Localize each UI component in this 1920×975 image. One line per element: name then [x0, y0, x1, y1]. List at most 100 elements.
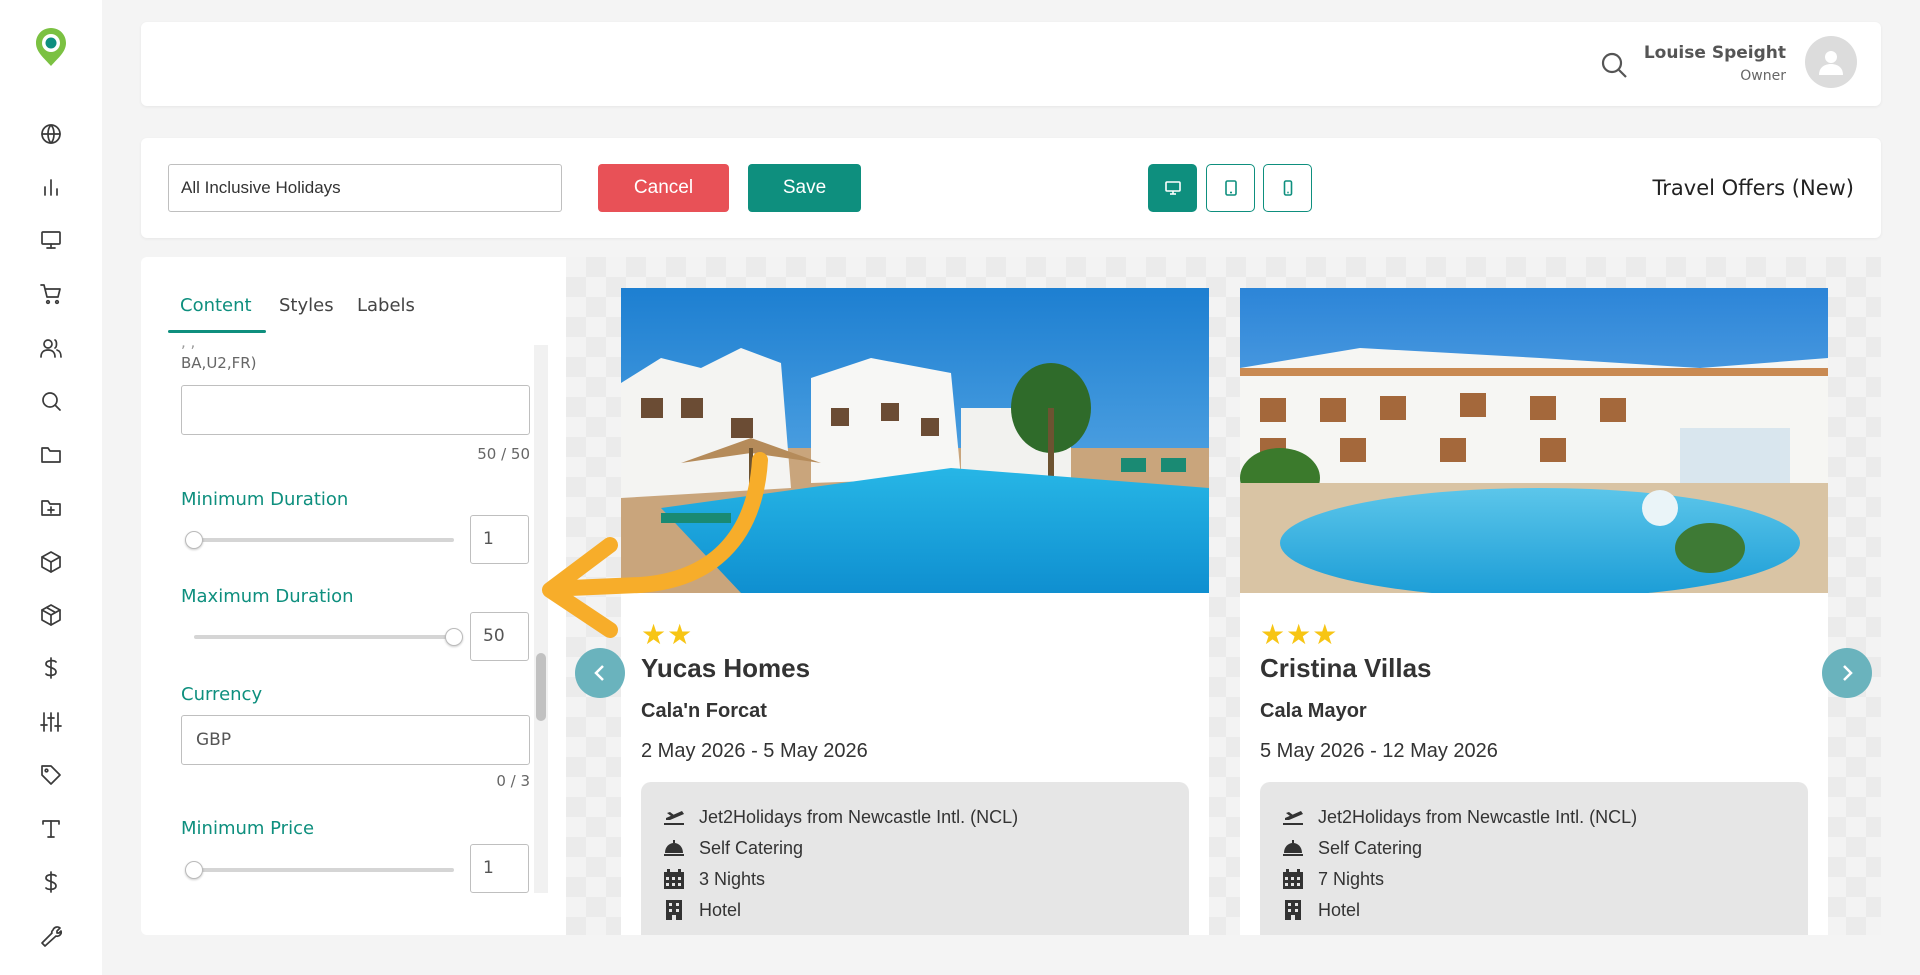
top-header: Louise Speight Owner — [141, 22, 1881, 106]
nights-text: 3 Nights — [699, 868, 766, 889]
settings-scrollbar[interactable] — [534, 345, 548, 893]
chevron-right-icon — [1843, 665, 1853, 681]
min-price-label: Minimum Price — [181, 818, 315, 839]
offer-details: Jet2Holidays from Newcastle Intl. (NCL) … — [1260, 782, 1808, 935]
travel-dates: 5 May 2026 - 12 May 2026 — [1260, 740, 1498, 762]
calendar-icon — [1280, 868, 1306, 890]
carousel-prev-button[interactable] — [575, 648, 625, 698]
tablet-icon — [1224, 180, 1237, 196]
type-text: Hotel — [699, 899, 742, 920]
avatar[interactable] — [1805, 36, 1857, 88]
phone-icon — [1283, 180, 1292, 196]
hotel-name: Cristina Villas — [1260, 653, 1432, 683]
user-name: Louise Speight — [1643, 43, 1786, 63]
airline-caption: BA,U2,FR) — [181, 354, 257, 372]
type-row: Hotel — [1280, 899, 1360, 921]
preview-canvas: ★★ Yucas Homes Cala'n Forcat 2 May 2026 … — [566, 257, 1881, 935]
active-tab-indicator — [168, 330, 266, 333]
offer-details: Jet2Holidays from Newcastle Intl. (NCL) … — [641, 782, 1189, 935]
travel-dates: 2 May 2026 - 5 May 2026 — [641, 740, 868, 762]
type-text: Hotel — [1318, 899, 1361, 920]
save-button[interactable]: Save — [748, 164, 861, 212]
dollar-icon[interactable] — [37, 654, 65, 682]
hotel-location: Cala Mayor — [1260, 700, 1367, 722]
star-rating: ★★ — [641, 618, 694, 651]
building-icon — [661, 899, 687, 921]
page-title: Travel Offers (New) — [1652, 176, 1854, 200]
carousel-next-button[interactable] — [1822, 648, 1872, 698]
airline-codes-input[interactable] — [181, 385, 530, 435]
flight-text: Jet2Holidays from Newcastle Intl. (NCL) — [1318, 806, 1638, 827]
type-icon[interactable] — [37, 815, 65, 843]
box-icon[interactable] — [37, 548, 65, 576]
sliders-icon[interactable] — [37, 708, 65, 736]
offer-card[interactable]: ★★ Yucas Homes Cala'n Forcat 2 May 2026 … — [621, 288, 1209, 935]
settings-scroll-area[interactable]: , , BA,U2,FR) 50 / 50 Minimum Duration 1… — [141, 345, 546, 893]
globe-icon[interactable] — [37, 120, 65, 148]
search-icon[interactable] — [37, 387, 65, 415]
nights-row: 3 Nights — [661, 868, 765, 890]
min-duration-slider-thumb[interactable] — [185, 531, 203, 549]
flight-row: Jet2Holidays from Newcastle Intl. (NCL) — [1280, 806, 1637, 828]
chevron-left-icon — [594, 665, 604, 681]
bar-chart-icon[interactable] — [37, 173, 65, 201]
board-row: Self Catering — [661, 837, 803, 859]
board-text: Self Catering — [1318, 837, 1423, 858]
max-duration-slider-thumb[interactable] — [445, 628, 463, 646]
flight-row: Jet2Holidays from Newcastle Intl. (NCL) — [661, 806, 1018, 828]
tab-labels[interactable]: Labels — [357, 295, 415, 316]
flight-text: Jet2Holidays from Newcastle Intl. (NCL) — [699, 806, 1019, 827]
min-duration-slider-track[interactable] — [194, 538, 454, 542]
hotel-photo — [621, 288, 1209, 593]
user-role: Owner — [1740, 68, 1786, 84]
cart-icon[interactable] — [37, 280, 65, 308]
min-duration-input[interactable]: 1 — [470, 515, 529, 564]
building-icon — [1280, 899, 1306, 921]
search-icon[interactable] — [1599, 50, 1629, 80]
tablet-view-button[interactable] — [1206, 164, 1255, 212]
min-price-slider-thumb[interactable] — [185, 861, 203, 879]
plane-departure-icon — [661, 806, 687, 828]
tag-icon[interactable] — [37, 761, 65, 789]
wrench-icon[interactable] — [37, 922, 65, 950]
field-caption-partial: , , — [181, 345, 195, 351]
board-text: Self Catering — [699, 837, 804, 858]
cloche-icon — [1280, 837, 1306, 859]
min-price-input[interactable]: 1 — [470, 844, 529, 893]
tab-content[interactable]: Content — [180, 295, 252, 316]
currency-char-counter: 0 / 3 — [496, 772, 530, 790]
min-price-slider-track[interactable] — [194, 868, 454, 872]
max-duration-label: Maximum Duration — [181, 586, 354, 607]
currency-input[interactable] — [181, 715, 530, 765]
star-rating: ★★★ — [1260, 618, 1339, 651]
monitor-icon[interactable] — [37, 226, 65, 254]
users-icon[interactable] — [37, 334, 65, 362]
airline-char-counter: 50 / 50 — [477, 445, 530, 463]
hotel-photo — [1240, 288, 1828, 593]
nav-rail — [0, 0, 102, 975]
calendar-icon — [661, 868, 687, 890]
settings-panel: Content Styles Labels , , BA,U2,FR) 50 /… — [141, 257, 566, 935]
max-duration-slider-track[interactable] — [194, 635, 454, 639]
type-row: Hotel — [661, 899, 741, 921]
mobile-view-button[interactable] — [1263, 164, 1312, 212]
min-duration-label: Minimum Duration — [181, 489, 349, 510]
folder-plus-icon[interactable] — [37, 494, 65, 522]
user-icon — [1819, 51, 1843, 75]
desktop-view-button[interactable] — [1148, 164, 1197, 212]
package-icon[interactable] — [37, 601, 65, 629]
settings-scrollbar-thumb[interactable] — [536, 653, 546, 721]
editor-toolbar: Cancel Save Travel Offers (New) — [141, 138, 1881, 238]
offer-name-input[interactable] — [168, 164, 562, 212]
hotel-name: Yucas Homes — [641, 653, 811, 683]
max-duration-input[interactable]: 50 — [470, 612, 529, 661]
nights-text: 7 Nights — [1318, 868, 1385, 889]
dollar-icon[interactable] — [37, 868, 65, 896]
folder-icon[interactable] — [37, 441, 65, 469]
brand-logo[interactable] — [33, 26, 69, 70]
offer-card[interactable]: ★★★ Cristina Villas Cala Mayor 5 May 202… — [1240, 288, 1828, 935]
nights-row: 7 Nights — [1280, 868, 1384, 890]
cancel-button[interactable]: Cancel — [598, 164, 729, 212]
tab-styles[interactable]: Styles — [279, 295, 334, 316]
board-row: Self Catering — [1280, 837, 1422, 859]
